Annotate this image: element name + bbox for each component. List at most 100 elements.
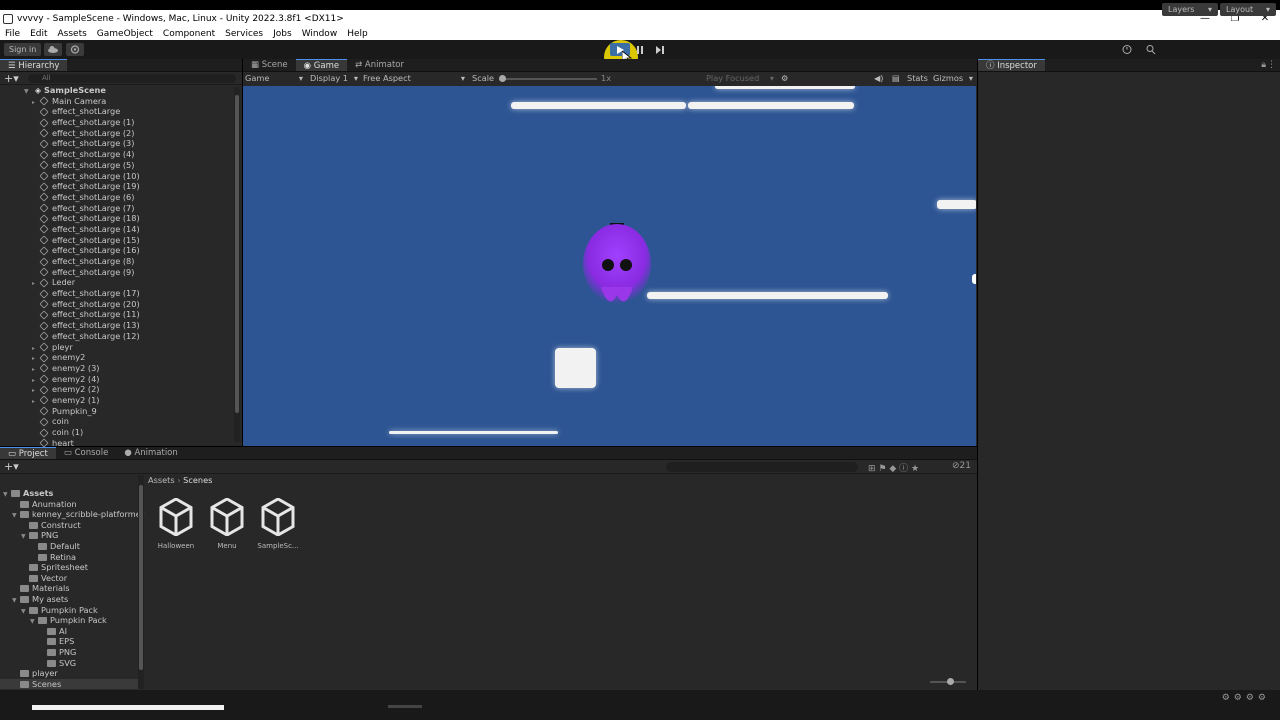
hierarchy-item[interactable]: ▸ enemy2 (3) [0, 363, 242, 374]
hierarchy-item[interactable]: effect_shotLarge (14) [0, 224, 242, 235]
hierarchy-item[interactable]: ▸ pleyr [0, 342, 242, 353]
expand-arrow-icon[interactable]: ▼ [12, 596, 20, 607]
folder-item[interactable]: Spritesheet [0, 562, 138, 573]
kebab-menu-icon[interactable]: ⋮ [1267, 60, 1276, 70]
breadcrumb-assets[interactable]: Assets [148, 475, 175, 485]
expand-arrow-icon[interactable]: ▼ [30, 617, 38, 628]
tab-animation[interactable]: ● Animation [116, 447, 185, 459]
folder-item[interactable]: ▼ My asets [0, 594, 138, 605]
folder-item[interactable]: ▼ PNG [0, 530, 138, 541]
menu-edit[interactable]: Edit [25, 29, 52, 39]
scene-asset[interactable]: Halloween [154, 497, 198, 550]
folder-item[interactable]: Retina [0, 552, 138, 563]
folder-item[interactable]: SVG [0, 658, 138, 669]
hierarchy-item[interactable]: effect_shotLarge (19) [0, 181, 242, 192]
hierarchy-item[interactable]: effect_shotLarge (15) [0, 235, 242, 246]
expand-arrow-icon[interactable]: ▼ [21, 607, 29, 618]
hierarchy-item[interactable]: effect_shotLarge (20) [0, 299, 242, 310]
folder-item[interactable]: Anumation [0, 499, 138, 510]
scale-slider[interactable] [499, 75, 597, 82]
hierarchy-item[interactable]: effect_shotLarge (2) [0, 128, 242, 139]
hierarchy-item[interactable]: effect_shotLarge (16) [0, 245, 242, 256]
hierarchy-item[interactable]: effect_shotLarge [0, 106, 242, 117]
hierarchy-item[interactable]: effect_shotLarge (4) [0, 149, 242, 160]
folder-item[interactable]: ▼ Assets [0, 488, 138, 499]
filter-icons[interactable]: ⊞ ⚑ ◆ ⓘ ★ [868, 461, 919, 474]
hierarchy-item[interactable]: effect_shotLarge (12) [0, 331, 242, 342]
scene-root[interactable]: ▼ ◈ SampleScene [0, 85, 242, 96]
play-focused-dropdown[interactable]: Play Focused ▾ [706, 73, 774, 83]
lock-icon[interactable]: 🔒︎ [1261, 60, 1266, 70]
hierarchy-item[interactable]: effect_shotLarge (18) [0, 213, 242, 224]
sign-in-button[interactable]: Sign in [4, 43, 42, 56]
layout-dropdown[interactable]: Layout ▾ [1220, 3, 1276, 16]
hierarchy-item[interactable]: effect_shotLarge (8) [0, 256, 242, 267]
settings-gear-icon[interactable]: ⚙ [781, 73, 788, 83]
cloud-icon[interactable] [44, 43, 62, 56]
hierarchy-item[interactable]: effect_shotLarge (17) [0, 288, 242, 299]
hierarchy-item[interactable]: effect_shotLarge (9) [0, 267, 242, 278]
menu-window[interactable]: Window [297, 29, 343, 39]
game-canvas[interactable] [243, 86, 976, 446]
icon-size-slider-thumb[interactable] [947, 678, 954, 685]
hierarchy-item[interactable]: ▸ Main Camera [0, 96, 242, 107]
scrollbar-thumb[interactable] [139, 485, 143, 670]
hierarchy-item[interactable]: ▸ Leder [0, 277, 242, 288]
menu-assets[interactable]: Assets [53, 29, 92, 39]
menu-component[interactable]: Component [158, 29, 220, 39]
hierarchy-scrollbar[interactable] [234, 87, 240, 442]
expand-arrow-icon[interactable]: ▼ [21, 532, 29, 543]
folder-item[interactable]: EPS [0, 636, 138, 647]
folder-item[interactable]: Construct [0, 520, 138, 531]
status-icons[interactable]: ⚙⚙⚙⚙ [1222, 693, 1270, 703]
tab-hierarchy[interactable]: ☰ Hierarchy [0, 59, 68, 71]
hierarchy-item[interactable]: ▸ enemy2 (2) [0, 384, 242, 395]
add-icon[interactable]: +▾ [4, 72, 19, 85]
expand-arrow-icon[interactable]: ▼ [3, 490, 11, 501]
layers-dropdown[interactable]: Layers ▾ [1162, 3, 1218, 16]
hierarchy-item[interactable]: coin (1) [0, 427, 242, 438]
scene-asset[interactable]: SampleSc... [256, 497, 300, 550]
folder-item[interactable]: Materials [0, 583, 138, 594]
project-tree-scrollbar[interactable] [138, 475, 144, 689]
folder-item[interactable]: Vector [0, 573, 138, 584]
hierarchy-item[interactable]: effect_shotLarge (3) [0, 138, 242, 149]
hierarchy-item[interactable]: ▸ enemy2 [0, 352, 242, 363]
search-icon[interactable] [1144, 43, 1158, 56]
icon-size-slider[interactable] [930, 678, 966, 685]
tab-inspector[interactable]: ⓘ Inspector [978, 59, 1045, 71]
tab-scene[interactable]: ▦ Scene [243, 59, 296, 71]
hierarchy-item[interactable]: effect_shotLarge (7) [0, 203, 242, 214]
menu-services[interactable]: Services [220, 29, 268, 39]
scene-asset[interactable]: Menu [205, 497, 249, 550]
hierarchy-item[interactable]: effect_shotLarge (10) [0, 171, 242, 182]
folder-item[interactable]: AI [0, 626, 138, 637]
aspect-dropdown[interactable]: Free Aspect ▾ [363, 73, 465, 83]
tab-console[interactable]: ▭ Console [56, 447, 116, 459]
hierarchy-item[interactable]: effect_shotLarge (11) [0, 309, 242, 320]
audio-icon[interactable]: ◀) [874, 73, 884, 83]
hierarchy-item[interactable]: ▸ enemy2 (4) [0, 374, 242, 385]
menu-help[interactable]: Help [342, 29, 373, 39]
hierarchy-item[interactable]: effect_shotLarge (13) [0, 320, 242, 331]
scale-slider-thumb[interactable] [499, 75, 506, 82]
hierarchy-search-input[interactable]: All [28, 74, 236, 83]
step-button[interactable] [650, 43, 670, 56]
breadcrumb-scenes[interactable]: Scenes [183, 475, 212, 485]
expand-arrow-icon[interactable]: ▼ [12, 511, 20, 522]
hierarchy-item[interactable]: coin [0, 416, 242, 427]
menu-gameobject[interactable]: GameObject [92, 29, 158, 39]
hierarchy-item[interactable]: effect_shotLarge (6) [0, 192, 242, 203]
hierarchy-item[interactable]: effect_shotLarge (1) [0, 117, 242, 128]
collab-icon[interactable] [66, 43, 84, 56]
folder-item[interactable]: ▼ Pumpkin Pack [0, 605, 138, 616]
display-dropdown[interactable]: Display 1 ▾ [310, 73, 358, 83]
stats-button[interactable]: Stats [907, 73, 928, 83]
tab-project[interactable]: ▭ Project [0, 447, 56, 459]
pause-button[interactable] [630, 43, 650, 56]
folder-item[interactable]: player [0, 668, 138, 679]
project-search-input[interactable] [666, 462, 858, 472]
menu-file[interactable]: File [0, 29, 25, 39]
scrollbar-thumb[interactable] [235, 95, 239, 413]
hierarchy-item[interactable]: Pumpkin_9 [0, 406, 242, 417]
